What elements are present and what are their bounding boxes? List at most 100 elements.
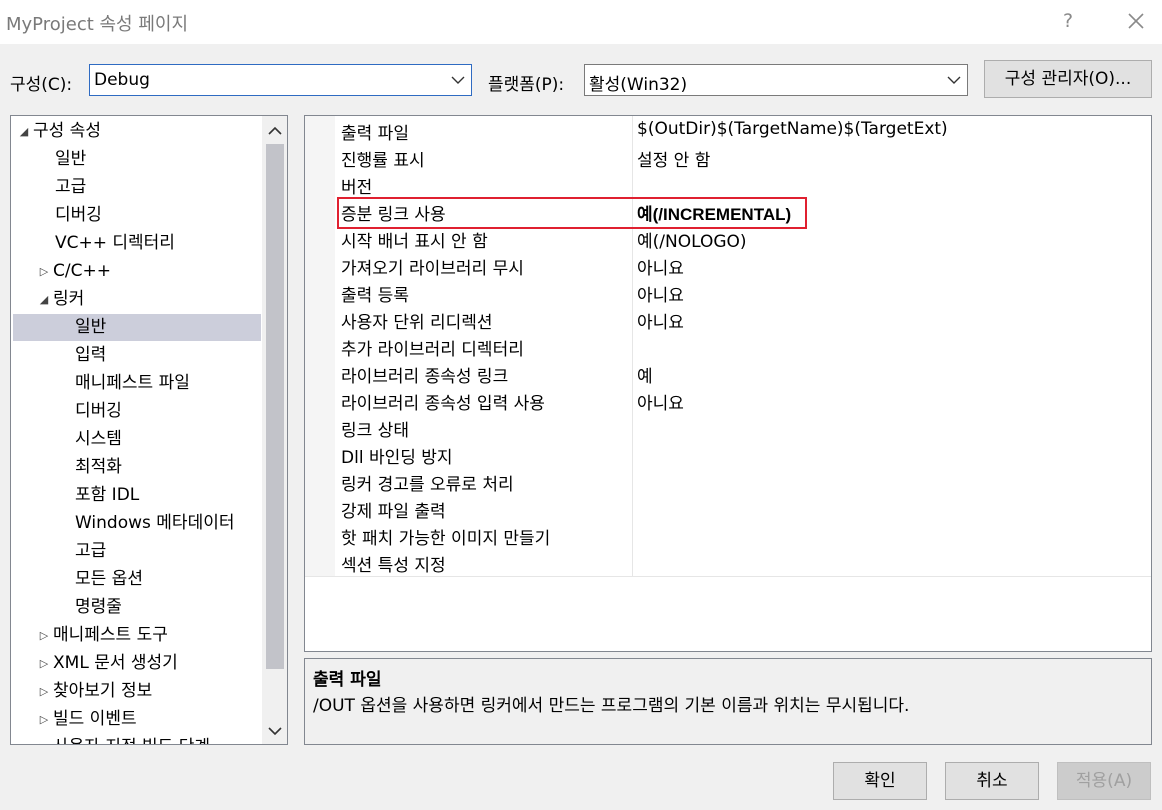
property-row[interactable]: 강제 파일 출력 [335,494,1151,522]
property-value[interactable]: 아니요 [637,281,684,306]
collapsed-arrow-icon[interactable]: ▷ [37,678,51,705]
tree-item[interactable]: 모든 옵션 [75,566,143,593]
property-name: 링크 상태 [341,421,409,441]
configuration-manager-button[interactable]: 구성 관리자(O)... [984,60,1152,98]
ok-button[interactable]: 확인 [833,762,927,800]
tree-item[interactable]: Windows 메타데이터 [75,510,235,537]
tree-item[interactable]: ▷사용자 지정 빌드 단계 [37,734,210,744]
platform-label: 플랫폼(P): [488,75,565,95]
tree-item[interactable]: 일반 [75,314,106,341]
tree-item[interactable]: 디버깅 [75,398,122,425]
tree-item[interactable]: 고급 [75,538,106,565]
tree-item[interactable]: ◢ 링커 [37,286,85,313]
chevron-down-icon [268,727,282,736]
tree-item[interactable]: ▷ C/C++ [37,258,111,285]
cancel-button[interactable]: 취소 [945,762,1039,800]
property-row[interactable]: 섹션 특성 지정 [335,548,1151,576]
property-row[interactable]: 링크 상태 [335,413,1151,441]
configuration-value: Debug [94,70,150,90]
tree-item-label: 시스템 [75,429,122,449]
property-row[interactable]: 출력 파일 $(OutDir)$(TargetName)$(TargetExt) [335,116,1151,144]
collapsed-arrow-icon[interactable]: ▷ [37,258,51,285]
tree-item[interactable]: 시스템 [75,426,122,453]
expanded-arrow-icon[interactable]: ◢ [37,286,51,313]
tree-item-label: 찾아보기 정보 [53,681,153,701]
tree-item[interactable]: ▷ 찾아보기 정보 [37,678,152,705]
help-button[interactable]: ? [1058,6,1078,36]
tree-item[interactable]: 포함 IDL [75,482,139,509]
description-title: 출력 파일 [313,670,382,690]
close-button[interactable] [1122,7,1150,35]
property-value[interactable]: 설정 안 함 [637,146,710,171]
tree-item-label: 일반 [75,317,107,337]
collapsed-arrow-icon[interactable]: ▷ [37,622,51,649]
tree-item[interactable]: 매니페스트 파일 [75,370,190,397]
tree-item[interactable]: 디버깅 [55,202,102,229]
window-title: MyProject 속성 페이지 [6,14,189,35]
description-text: /OUT 옵션을 사용하면 링커에서 만드는 프로그램의 기본 이름과 위치는 … [313,696,910,716]
tree-item[interactable]: 명령줄 [75,594,122,621]
tree-item[interactable]: ◢ 구성 속성 [17,118,101,145]
platform-dropdown[interactable]: 활성(Win32) [584,64,968,96]
tree-item-label: XML 문서 생성기 [53,653,178,673]
configuration-label: 구성(C): [10,75,73,95]
collapsed-arrow-icon[interactable]: ▷ [37,706,51,733]
property-name: 진행률 표시 [341,151,425,171]
property-name: 버전 [341,178,373,198]
grid-column-separator [632,116,633,576]
tree-item[interactable]: ▷ 매니페스트 도구 [37,622,168,649]
property-value[interactable]: 아니요 [637,389,684,414]
property-row[interactable]: 사용자 단위 리디렉션 아니요 [335,305,1151,333]
platform-value: 활성(Win32) [589,75,688,95]
property-row[interactable]: 출력 등록 아니요 [335,278,1151,306]
property-row[interactable]: 라이브러리 종속성 입력 사용 아니요 [335,386,1151,414]
tree-item-label: 고급 [75,541,107,561]
tree-item[interactable]: ▷ XML 문서 생성기 [37,650,178,677]
tree-item-label: Windows 메타데이터 [75,513,235,533]
expanded-arrow-icon[interactable]: ◢ [17,118,31,145]
collapsed-arrow-icon[interactable]: ▷ [37,650,51,677]
description-panel: 출력 파일 /OUT 옵션을 사용하면 링커에서 만드는 프로그램의 기본 이름… [304,658,1152,745]
property-row[interactable]: 링커 경고를 오류로 처리 [335,467,1151,495]
tree-item[interactable]: 최적화 [75,454,122,481]
tree-item-label: 모든 옵션 [75,569,143,589]
property-value[interactable]: 예(/NOLOGO) [637,227,747,252]
property-value[interactable]: 예 [637,362,653,387]
property-row[interactable]: 핫 패치 가능한 이미지 만들기 [335,521,1151,549]
tree-item[interactable]: 고급 [55,174,86,201]
property-row[interactable]: 라이브러리 종속성 링크 예 [335,359,1151,387]
scroll-down-button[interactable] [262,718,287,744]
property-row[interactable]: 가져오기 라이브러리 무시 아니요 [335,251,1151,279]
title-bar: MyProject 속성 페이지 ? [0,0,1162,44]
tree-item[interactable]: 입력 [75,342,106,369]
collapsed-arrow-icon[interactable]: ▷ [37,734,51,744]
property-name: 핫 패치 가능한 이미지 만들기 [341,529,551,549]
property-row[interactable]: 진행률 표시 설정 안 함 [335,143,1151,171]
tree-item-label: 최적화 [75,457,122,477]
apply-button[interactable]: 적용(A) [1057,762,1151,800]
property-row[interactable]: 버전 [335,170,1151,198]
property-tree[interactable]: ◢ 구성 속성 일반 고급 디버깅 VC++ 디렉터리 ▷ C/C++ ◢ 링커 일반 입력 매니페스트… [10,115,288,745]
chevron-down-icon [947,76,961,84]
scroll-up-button[interactable] [262,118,287,144]
property-name: 출력 파일 [341,124,409,144]
property-row[interactable]: 추가 라이브러리 디렉터리 [335,332,1151,360]
property-name: 가져오기 라이브러리 무시 [341,259,524,279]
property-name: 라이브러리 종속성 링크 [341,367,509,387]
tree-item-label: VC++ 디렉터리 [55,233,175,253]
property-value[interactable]: 아니요 [637,308,684,333]
property-row[interactable]: Dll 바인딩 방지 [335,440,1151,468]
tree-item[interactable]: VC++ 디렉터리 [55,230,175,257]
tree-item-label: 매니페스트 파일 [75,373,190,393]
configuration-dropdown[interactable]: Debug [89,64,472,96]
property-value[interactable]: 아니요 [637,254,684,279]
tree-item-label: 매니페스트 도구 [53,625,168,645]
property-value[interactable]: $(OutDir)$(TargetName)$(TargetExt) [637,119,948,139]
property-grid[interactable]: 출력 파일 $(OutDir)$(TargetName)$(TargetExt) 진… [304,115,1152,652]
tree-item[interactable]: 일반 [55,146,86,173]
property-name: 시작 배너 표시 안 함 [341,232,488,252]
tree-scrollbar[interactable] [262,116,287,744]
scroll-thumb[interactable] [266,144,284,669]
tree-item-label: 고급 [55,177,87,197]
tree-item[interactable]: ▷ 빌드 이벤트 [37,706,137,733]
